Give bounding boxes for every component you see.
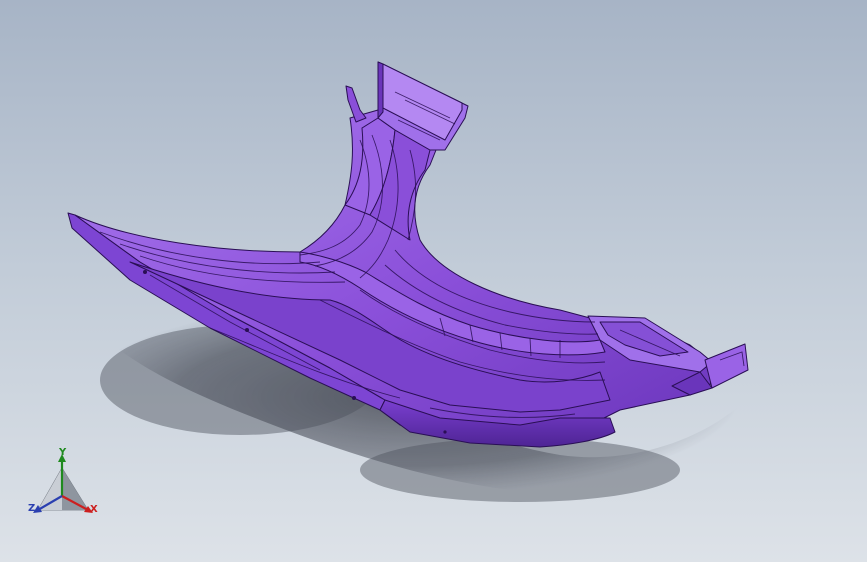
3d-model-view[interactable] (0, 0, 867, 562)
graphics-viewport[interactable]: Y X Z (0, 0, 867, 562)
z-axis-label: Z (28, 503, 36, 514)
y-axis-label: Y (59, 447, 67, 458)
coordinate-triad: Y X Z (22, 448, 106, 524)
x-axis-label: X (90, 504, 98, 515)
